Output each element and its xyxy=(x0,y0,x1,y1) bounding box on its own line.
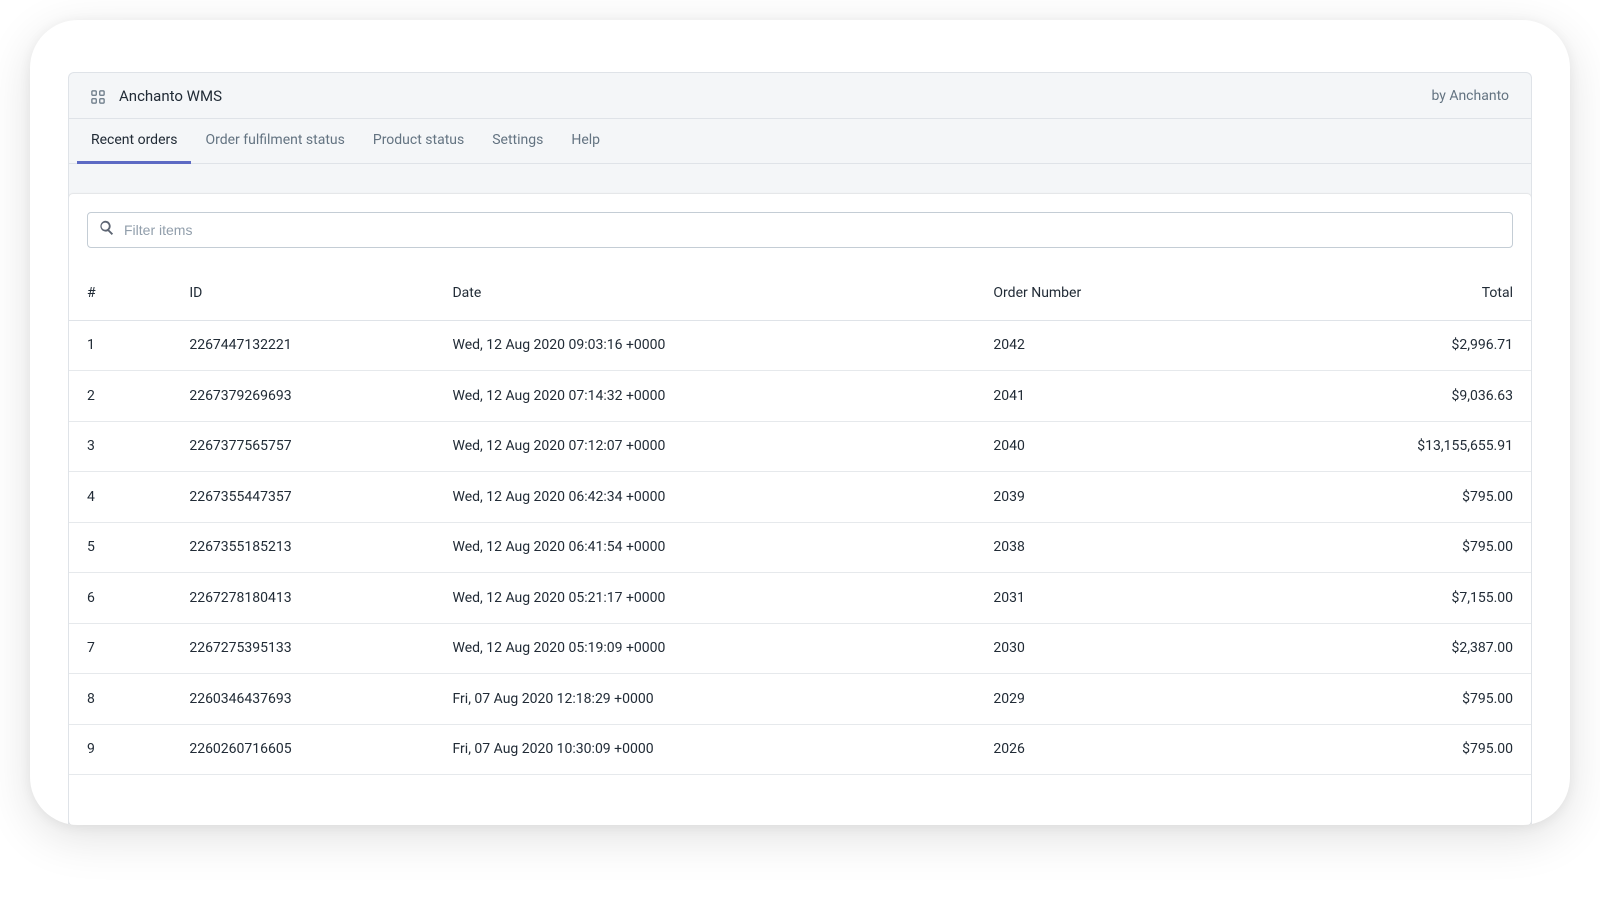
cell-index: 6 xyxy=(69,573,171,623)
table-row[interactable]: 32267377565757Wed, 12 Aug 2020 07:12:07 … xyxy=(69,422,1531,473)
cell-id: 2260346437693 xyxy=(171,674,434,724)
cell-order_number: 2040 xyxy=(975,422,1267,472)
cell-index: 2 xyxy=(69,371,171,421)
filter-input[interactable] xyxy=(124,222,1502,238)
tab-order-fulfilment-status[interactable]: Order fulfilment status xyxy=(191,119,358,164)
cell-id: 2267275395133 xyxy=(171,624,434,674)
table-row[interactable]: 42267355447357Wed, 12 Aug 2020 06:42:34 … xyxy=(69,472,1531,523)
col-header-total[interactable]: Total xyxy=(1268,266,1531,320)
tab-recent-orders[interactable]: Recent orders xyxy=(77,119,191,164)
content: # ID Date Order Number Total 12267447132… xyxy=(68,164,1532,825)
cell-total: $2,996.71 xyxy=(1268,321,1531,371)
titlebar: Anchanto WMS by Anchanto xyxy=(68,72,1532,118)
app-title: Anchanto WMS xyxy=(119,87,222,105)
tab-help[interactable]: Help xyxy=(557,119,614,164)
cell-order_number: 2026 xyxy=(975,725,1267,775)
cell-total: $13,155,655.91 xyxy=(1268,422,1531,472)
title-left: Anchanto WMS xyxy=(91,87,222,105)
app-inner: Anchanto WMS by Anchanto Recent ordersOr… xyxy=(68,72,1532,825)
col-header-date[interactable]: Date xyxy=(434,266,975,320)
orders-card: # ID Date Order Number Total 12267447132… xyxy=(69,194,1531,825)
apps-icon xyxy=(91,89,105,103)
cell-order_number: 2029 xyxy=(975,674,1267,724)
filter-box[interactable] xyxy=(87,212,1513,248)
cell-date: Wed, 12 Aug 2020 07:12:07 +0000 xyxy=(434,422,975,472)
cell-date: Wed, 12 Aug 2020 06:42:34 +0000 xyxy=(434,472,975,522)
search-icon xyxy=(98,219,116,241)
cell-id: 2267377565757 xyxy=(171,422,434,472)
cell-index: 7 xyxy=(69,624,171,674)
cell-index: 9 xyxy=(69,725,171,775)
cell-order_number: 2041 xyxy=(975,371,1267,421)
cell-total: $9,036.63 xyxy=(1268,371,1531,421)
table-row[interactable]: 92260260716605Fri, 07 Aug 2020 10:30:09 … xyxy=(69,725,1531,776)
cell-total: $7,155.00 xyxy=(1268,573,1531,623)
tabs: Recent ordersOrder fulfilment statusProd… xyxy=(68,118,1532,164)
table-row[interactable]: 22267379269693Wed, 12 Aug 2020 07:14:32 … xyxy=(69,371,1531,422)
cell-order_number: 2039 xyxy=(975,472,1267,522)
table-row[interactable]: 62267278180413Wed, 12 Aug 2020 05:21:17 … xyxy=(69,573,1531,624)
cell-index: 3 xyxy=(69,422,171,472)
cell-total: $795.00 xyxy=(1268,472,1531,522)
col-header-id[interactable]: ID xyxy=(171,266,434,320)
cell-id: 2260260716605 xyxy=(171,725,434,775)
cell-order_number: 2038 xyxy=(975,523,1267,573)
cell-date: Wed, 12 Aug 2020 07:14:32 +0000 xyxy=(434,371,975,421)
filter-row xyxy=(69,194,1531,248)
cell-total: $2,387.00 xyxy=(1268,624,1531,674)
cell-date: Fri, 07 Aug 2020 12:18:29 +0000 xyxy=(434,674,975,724)
cell-date: Fri, 07 Aug 2020 10:30:09 +0000 xyxy=(434,725,975,775)
table-row[interactable]: 72267275395133Wed, 12 Aug 2020 05:19:09 … xyxy=(69,624,1531,675)
tab-settings[interactable]: Settings xyxy=(478,119,557,164)
cell-date: Wed, 12 Aug 2020 05:19:09 +0000 xyxy=(434,624,975,674)
cell-date: Wed, 12 Aug 2020 05:21:17 +0000 xyxy=(434,573,975,623)
col-header-order-number[interactable]: Order Number xyxy=(975,266,1267,320)
cell-date: Wed, 12 Aug 2020 09:03:16 +0000 xyxy=(434,321,975,371)
cell-total: $795.00 xyxy=(1268,674,1531,724)
cell-total: $795.00 xyxy=(1268,725,1531,775)
cell-order_number: 2030 xyxy=(975,624,1267,674)
cell-id: 2267447132221 xyxy=(171,321,434,371)
cell-id: 2267278180413 xyxy=(171,573,434,623)
cell-order_number: 2042 xyxy=(975,321,1267,371)
orders-table-head: # ID Date Order Number Total xyxy=(69,266,1531,321)
app-frame: Anchanto WMS by Anchanto Recent ordersOr… xyxy=(30,20,1570,825)
orders-table-body: 12267447132221Wed, 12 Aug 2020 09:03:16 … xyxy=(69,321,1531,776)
by-label: by Anchanto xyxy=(1431,88,1509,104)
table-row[interactable]: 52267355185213Wed, 12 Aug 2020 06:41:54 … xyxy=(69,523,1531,574)
cell-id: 2267355185213 xyxy=(171,523,434,573)
cell-index: 5 xyxy=(69,523,171,573)
cell-index: 8 xyxy=(69,674,171,724)
cell-id: 2267355447357 xyxy=(171,472,434,522)
table-row[interactable]: 12267447132221Wed, 12 Aug 2020 09:03:16 … xyxy=(69,321,1531,372)
orders-table: # ID Date Order Number Total 12267447132… xyxy=(69,266,1531,775)
cell-id: 2267379269693 xyxy=(171,371,434,421)
table-row[interactable]: 82260346437693Fri, 07 Aug 2020 12:18:29 … xyxy=(69,674,1531,725)
cell-index: 1 xyxy=(69,321,171,371)
cell-total: $795.00 xyxy=(1268,523,1531,573)
col-header-index[interactable]: # xyxy=(69,266,171,320)
cell-index: 4 xyxy=(69,472,171,522)
tab-product-status[interactable]: Product status xyxy=(359,119,478,164)
cell-date: Wed, 12 Aug 2020 06:41:54 +0000 xyxy=(434,523,975,573)
cell-order_number: 2031 xyxy=(975,573,1267,623)
